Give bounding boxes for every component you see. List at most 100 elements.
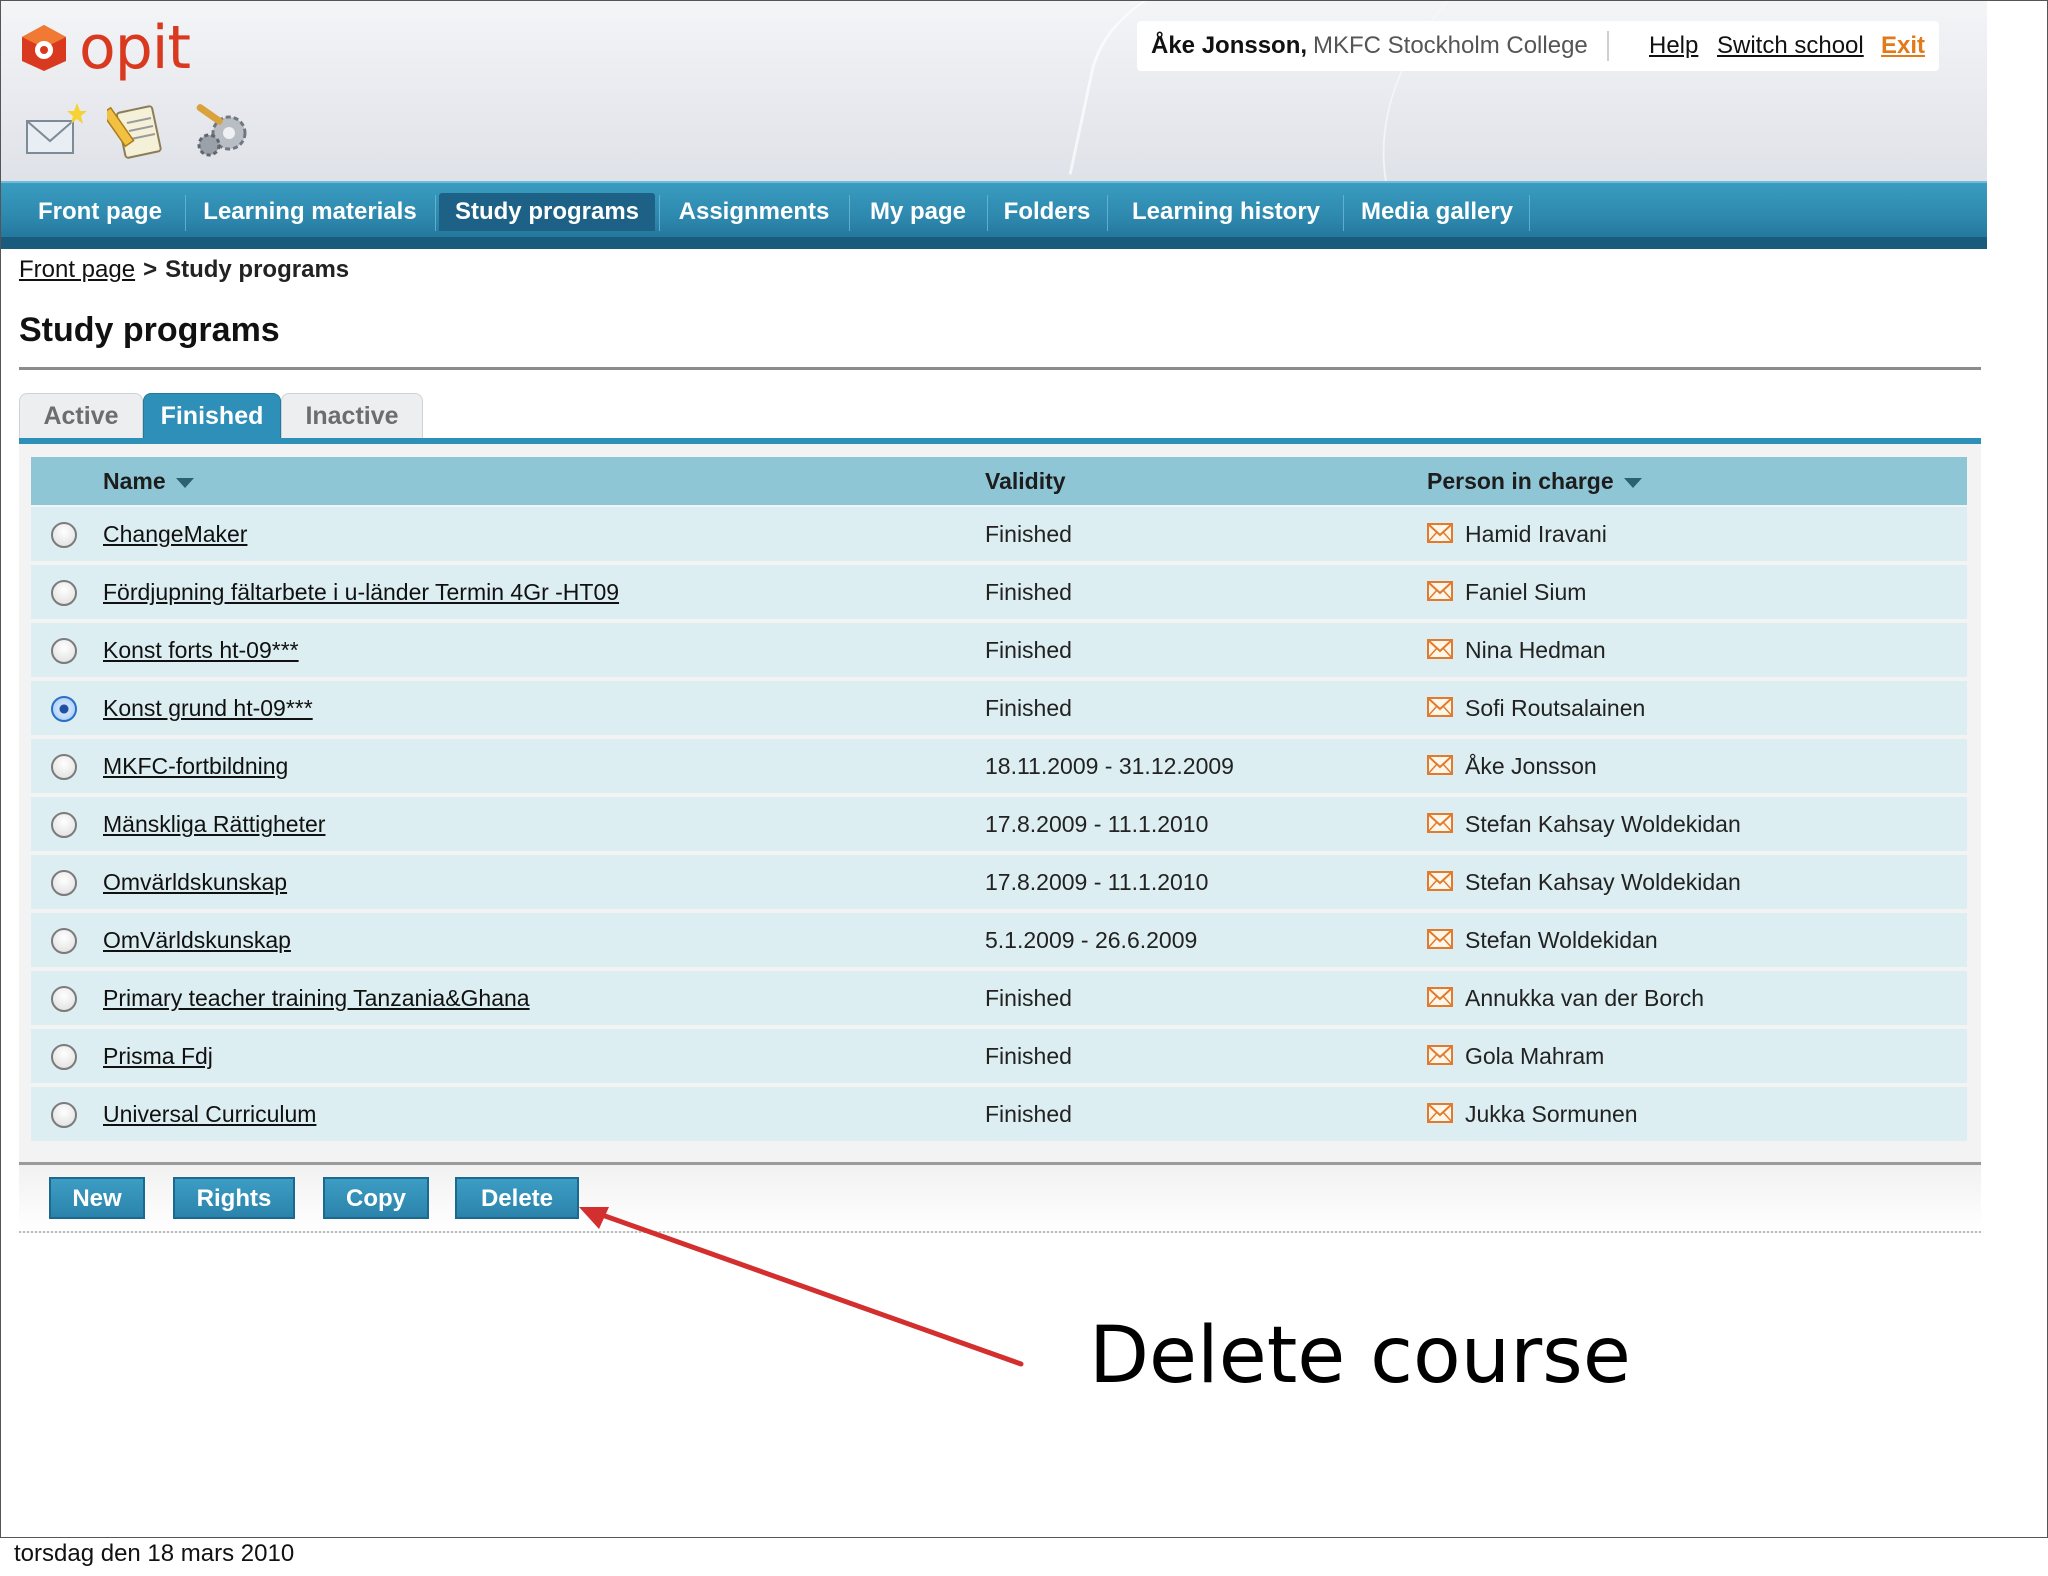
- person-in-charge-cell: Stefan Woldekidan: [1465, 927, 1658, 953]
- row-radio-button[interactable]: [51, 696, 77, 722]
- switch-school-link[interactable]: Switch school: [1717, 21, 1864, 71]
- settings-gears-icon[interactable]: [189, 101, 253, 165]
- row-radio-button[interactable]: [51, 928, 77, 954]
- rights-button[interactable]: Rights: [173, 1177, 295, 1219]
- tab-finished[interactable]: Finished: [143, 393, 281, 438]
- mail-icon[interactable]: [1427, 639, 1453, 659]
- mail-icon[interactable]: [1427, 813, 1453, 833]
- validity-cell: 5.1.2009 - 26.6.2009: [985, 927, 1198, 953]
- program-name-link[interactable]: Omvärldskunskap: [103, 855, 287, 909]
- nav-my-page[interactable]: My page: [853, 193, 983, 231]
- column-header-name[interactable]: Name: [103, 457, 194, 505]
- mail-icon[interactable]: [1427, 871, 1453, 891]
- table-row[interactable]: Primary teacher training Tanzania&Ghana F…: [31, 971, 1967, 1025]
- annotation-arrow: [579, 1207, 1024, 1367]
- nav-bottom-bar: [1, 237, 1987, 249]
- table-row[interactable]: Prisma Fdj Finished Gola Mahram: [31, 1029, 1967, 1083]
- person-in-charge-cell: Jukka Sormunen: [1465, 1101, 1638, 1127]
- person-in-charge-cell: Stefan Kahsay Woldekidan: [1465, 869, 1741, 895]
- person-in-charge-cell: Åke Jonsson: [1465, 753, 1597, 779]
- nav-assignments[interactable]: Assignments: [663, 193, 845, 231]
- annotation-text: Delete course: [1089, 1311, 1631, 1401]
- validity-cell: Finished: [985, 637, 1072, 663]
- validity-cell: Finished: [985, 1043, 1072, 1069]
- row-radio-button[interactable]: [51, 580, 77, 606]
- program-name-link[interactable]: ChangeMaker: [103, 507, 247, 561]
- row-radio-button[interactable]: [51, 986, 77, 1012]
- program-name-link[interactable]: Prisma Fdj: [103, 1029, 213, 1083]
- nav-learning-materials[interactable]: Learning materials: [189, 193, 431, 231]
- table-row[interactable]: OmVärldskunskap 5.1.2009 - 26.6.2009 Stefa…: [31, 913, 1967, 967]
- new-mail-icon[interactable]: [23, 101, 87, 165]
- nav-learning-history[interactable]: Learning history: [1111, 193, 1341, 231]
- mail-icon[interactable]: [1427, 929, 1453, 949]
- program-name-link[interactable]: OmVärldskunskap: [103, 913, 291, 967]
- row-radio-button[interactable]: [51, 812, 77, 838]
- breadcrumb-front-page[interactable]: Front page: [19, 256, 135, 283]
- table-row[interactable]: Omvärldskunskap 17.8.2009 - 11.1.2010 Stef…: [31, 855, 1967, 909]
- program-name-link[interactable]: Fördjupning fältarbete i u-länder Termin…: [103, 565, 619, 619]
- nav-divider: [659, 195, 660, 231]
- table-header: Name Validity Person in charge: [31, 457, 1967, 505]
- copy-button[interactable]: Copy: [323, 1177, 429, 1219]
- table-row[interactable]: Fördjupning fältarbete i u-länder Termin…: [31, 565, 1967, 619]
- page-title: Study programs: [19, 311, 280, 349]
- mail-icon[interactable]: [1427, 523, 1453, 543]
- nav-folders[interactable]: Folders: [991, 193, 1103, 231]
- row-radio-button[interactable]: [51, 754, 77, 780]
- mail-icon[interactable]: [1427, 1045, 1453, 1065]
- program-name-link[interactable]: Universal Curriculum: [103, 1087, 316, 1141]
- row-radio-button[interactable]: [51, 638, 77, 664]
- footer-date: torsdag den 18 mars 2010: [14, 1540, 295, 1567]
- nav-divider: [987, 195, 988, 231]
- person-in-charge-cell: Hamid Iravani: [1465, 521, 1607, 547]
- help-link[interactable]: Help: [1649, 21, 1698, 71]
- table-row[interactable]: Mänskliga Rättigheter 17.8.2009 - 11.1.20…: [31, 797, 1967, 851]
- row-radio-button[interactable]: [51, 1102, 77, 1128]
- nav-front-page[interactable]: Front page: [19, 193, 181, 231]
- mail-icon[interactable]: [1427, 697, 1453, 717]
- table-row[interactable]: Universal Curriculum Finished Jukka Sormun…: [31, 1087, 1967, 1141]
- row-radio-button[interactable]: [51, 870, 77, 896]
- user-name: Åke Jonsson,: [1151, 32, 1308, 59]
- slide-frame: opit Åke Jonsson, MKFC Stockholm College…: [0, 0, 2048, 1538]
- table-row[interactable]: Konst grund ht-09*** Finished Sofi Routsal…: [31, 681, 1967, 735]
- validity-cell: 17.8.2009 - 11.1.2010: [985, 811, 1209, 837]
- tab-inactive[interactable]: Inactive: [281, 393, 423, 438]
- nav-media-gallery[interactable]: Media gallery: [1347, 193, 1527, 231]
- program-name-link[interactable]: MKFC-fortbildning: [103, 739, 288, 793]
- opit-logo[interactable]: opit: [19, 13, 219, 89]
- nav-study-programs[interactable]: Study programs: [439, 193, 655, 231]
- validity-cell: 17.8.2009 - 11.1.2010: [985, 869, 1209, 895]
- header: opit Åke Jonsson, MKFC Stockholm College…: [1, 1, 1987, 181]
- main-nav: Front page Learning materials Study prog…: [1, 181, 1987, 249]
- program-name-link[interactable]: Konst grund ht-09***: [103, 681, 313, 735]
- validity-cell: 18.11.2009 - 31.12.2009: [985, 753, 1234, 779]
- nav-divider: [185, 195, 186, 231]
- column-header-validity: Validity: [985, 468, 1066, 494]
- table-row[interactable]: ChangeMaker Finished Hamid Iravani: [31, 507, 1967, 561]
- column-header-person[interactable]: Person in charge: [1427, 457, 1642, 505]
- row-radio-button[interactable]: [51, 522, 77, 548]
- tab-active[interactable]: Active: [19, 393, 143, 438]
- sort-arrow-icon: [1623, 477, 1642, 488]
- opit-app: opit Åke Jonsson, MKFC Stockholm College…: [1, 1, 1987, 1537]
- table-row[interactable]: Konst forts ht-09*** Finished Nina Hedman: [31, 623, 1967, 677]
- program-name-link[interactable]: Konst forts ht-09***: [103, 623, 299, 677]
- person-in-charge-cell: Gola Mahram: [1465, 1043, 1605, 1069]
- table-row[interactable]: MKFC-fortbildning 18.11.2009 - 31.12.2009…: [31, 739, 1967, 793]
- exit-link[interactable]: Exit: [1881, 21, 1925, 71]
- new-button[interactable]: New: [49, 1177, 145, 1219]
- program-name-link[interactable]: Primary teacher training Tanzania&Ghana: [103, 971, 530, 1025]
- column-header-label: Name: [103, 468, 166, 494]
- person-in-charge-cell: Stefan Kahsay Woldekidan: [1465, 811, 1741, 837]
- notes-icon[interactable]: [107, 101, 171, 165]
- study-programs-table: Name Validity Person in charge ChangeMak…: [19, 444, 1981, 1165]
- mail-icon[interactable]: [1427, 987, 1453, 1007]
- program-name-link[interactable]: Mänskliga Rättigheter: [103, 797, 325, 851]
- mail-icon[interactable]: [1427, 1103, 1453, 1123]
- row-radio-button[interactable]: [51, 1044, 77, 1070]
- mail-icon[interactable]: [1427, 755, 1453, 775]
- validity-cell: Finished: [985, 1101, 1072, 1127]
- mail-icon[interactable]: [1427, 581, 1453, 601]
